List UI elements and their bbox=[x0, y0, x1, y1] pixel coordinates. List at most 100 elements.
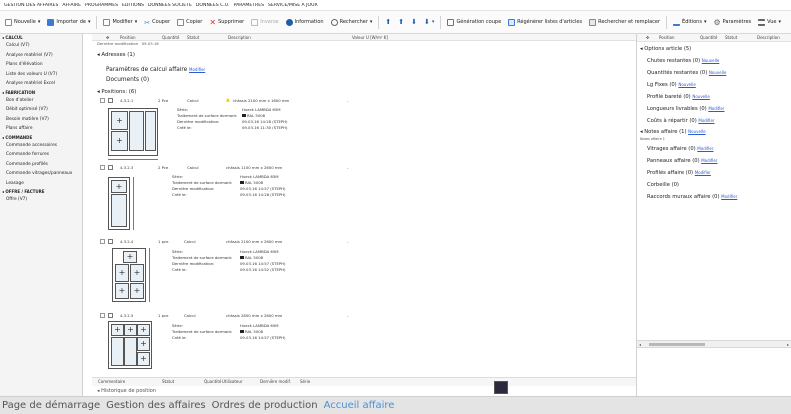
sidebar-item-commande-ferrures[interactable]: Commande ferrures bbox=[0, 150, 82, 160]
calculator-icon[interactable] bbox=[494, 381, 508, 394]
right-col-statut[interactable]: Statut bbox=[725, 34, 737, 41]
sidebar-section-fabrication[interactable]: ◂ FABRICATION bbox=[0, 89, 82, 96]
col-header-valeur-u[interactable]: Valeur U [W/m² K] bbox=[352, 34, 388, 41]
tab-ordres-production[interactable]: Ordres de production bbox=[212, 400, 318, 411]
item-corbeille[interactable]: Corbeille (0) bbox=[647, 182, 679, 188]
menu-affaire[interactable]: AFFAIRE bbox=[62, 3, 81, 8]
sidebar-item-debit-optimise[interactable]: Débit optimisé (V7) bbox=[0, 105, 82, 115]
historique-section[interactable]: ◂ Historique de position bbox=[97, 388, 156, 395]
col-header-description[interactable]: Description bbox=[228, 34, 251, 41]
sidebar-item-bon-atelier[interactable]: Bon d'atelier bbox=[0, 96, 82, 106]
scroll-right-icon[interactable]: ▸ bbox=[787, 342, 789, 347]
history-col-derniere[interactable]: Dernière modif. bbox=[260, 378, 291, 385]
tab-accueil-affaire[interactable]: Accueil affaire bbox=[324, 400, 395, 411]
row-checkbox[interactable] bbox=[100, 239, 105, 244]
sidebar-item-analyse-materiel[interactable]: Analyse matériel (V7) bbox=[0, 51, 82, 61]
row-checkbox[interactable] bbox=[100, 165, 105, 170]
col-header-quantite[interactable]: Quantité bbox=[162, 34, 179, 41]
sidebar-item-commande-profiles[interactable]: Commande profilés bbox=[0, 160, 82, 170]
option-link[interactable]: Modifier bbox=[708, 106, 724, 111]
item-link[interactable]: Modifier bbox=[697, 146, 713, 151]
menu-service[interactable]: SERVICE/MISE À JOUR bbox=[268, 3, 318, 8]
options-article-section[interactable]: ◂ Options article (5) bbox=[640, 46, 691, 52]
option-link[interactable]: Nouvelle bbox=[692, 94, 710, 99]
sidebar-item-leasage[interactable]: Leasage bbox=[0, 179, 82, 189]
sidebar-item-offre[interactable]: Offre (V7) bbox=[0, 195, 82, 205]
couper-button[interactable]: ✂ Couper bbox=[142, 18, 172, 27]
sidebar-item-plans-affaire[interactable]: Plans affaire bbox=[0, 124, 82, 134]
menu-parametres[interactable]: PARAMÈTRES bbox=[234, 3, 264, 8]
history-col-statut[interactable]: Statut bbox=[162, 378, 174, 385]
rechercher-button[interactable]: Rechercher ▾ bbox=[329, 18, 375, 27]
copier-button[interactable]: Copier bbox=[175, 18, 204, 27]
option-link[interactable]: Modifier bbox=[698, 118, 714, 123]
option-link[interactable]: Nouvelle bbox=[709, 70, 727, 75]
positions-section[interactable]: ◂ Positions: (6) bbox=[97, 88, 136, 96]
row-checkbox[interactable] bbox=[100, 98, 105, 103]
replace-icon bbox=[589, 18, 597, 26]
history-col-utilisateur[interactable]: Utilisateur bbox=[222, 378, 243, 385]
right-col-description[interactable]: Description bbox=[757, 34, 780, 41]
move-up-top-button[interactable]: ⬆ bbox=[383, 17, 393, 27]
right-col-quantite[interactable]: Quantité bbox=[700, 34, 717, 41]
sidebar-section-offre[interactable]: ◂ OFFRE / FACTURE bbox=[0, 188, 82, 195]
tab-gestion-affaires[interactable]: Gestion des affaires bbox=[106, 400, 206, 411]
sidebar-item-commande-accessoires[interactable]: Commande accessoires bbox=[0, 141, 82, 151]
sidebar-item-plans-elevation[interactable]: Plans d'élévation bbox=[0, 60, 82, 70]
history-col-quantite[interactable]: Quantité bbox=[204, 378, 221, 385]
traitement-text: RAL 5008 bbox=[245, 255, 264, 260]
move-down-bottom-button[interactable]: ⬇ ▾ bbox=[422, 17, 436, 27]
col-header-statut[interactable]: Statut bbox=[187, 34, 199, 41]
right-col-position[interactable]: Position bbox=[659, 34, 675, 41]
window-pane bbox=[111, 324, 124, 336]
vue-button[interactable]: Vue ▾ bbox=[756, 18, 783, 27]
rechercher-remplacer-button[interactable]: Rechercher et remplacer bbox=[587, 18, 662, 27]
documents-row[interactable]: Documents (0) bbox=[106, 76, 149, 85]
sidebar-item-commande-vitrages[interactable]: Commande vitrages/panneaux bbox=[0, 169, 82, 179]
history-col-commentaire[interactable]: Commentaire bbox=[98, 378, 125, 385]
importer-button[interactable]: Importer de ▾ bbox=[45, 18, 92, 27]
menu-donnees-societe[interactable]: DONNÉES SOCIÉTÉ bbox=[148, 3, 192, 8]
notes-affaire-section[interactable]: ◂ Notes affaire (1) Nouvelle bbox=[640, 129, 706, 135]
sidebar-section-commande[interactable]: ◂ COMMANDE bbox=[0, 134, 82, 141]
item-link[interactable]: Modifier bbox=[701, 158, 717, 163]
history-col-serie[interactable]: Série bbox=[300, 378, 310, 385]
menu-editions[interactable]: ÉDITIONS bbox=[122, 3, 144, 8]
move-down-button[interactable]: ⬇ bbox=[409, 17, 419, 27]
sidebar-section-calcul[interactable]: ◂ CALCUL bbox=[0, 34, 82, 41]
adresses-label: Adresses (1) bbox=[101, 52, 135, 58]
generation-coupe-button[interactable]: Génération coupe bbox=[445, 18, 503, 27]
row-checkbox[interactable] bbox=[100, 313, 105, 318]
derniere-label: Dernière modification: bbox=[172, 186, 215, 191]
item-link[interactable]: Modifier bbox=[695, 170, 711, 175]
inverse-button[interactable]: Inverse bbox=[249, 18, 280, 27]
item-link[interactable]: Modifier bbox=[721, 194, 737, 199]
scrollbar-thumb[interactable] bbox=[649, 343, 705, 346]
supprimer-button[interactable]: ✕ Supprimer bbox=[207, 18, 246, 27]
sidebar-item-besoin-matiere[interactable]: Besoin matière (V7) bbox=[0, 115, 82, 125]
derniere-value: 09.03.16 14:28 (STEPH) bbox=[242, 119, 288, 124]
nouvelle-button[interactable]: Nouvelle ▾ bbox=[3, 18, 42, 27]
tab-page-demarrage[interactable]: Page de démarrage bbox=[2, 400, 100, 411]
traitement-text: RAL 5008 bbox=[245, 180, 264, 185]
editions-button[interactable]: Éditions ▾ bbox=[671, 18, 708, 27]
sidebar-item-valeurs-u[interactable]: Liste des valeurs U (V7) bbox=[0, 70, 82, 80]
sidebar-item-analyse-excel[interactable]: Analyse matériel Excel bbox=[0, 79, 82, 89]
regenerer-button[interactable]: Régénérer listes d'articles bbox=[506, 18, 584, 27]
param-calcul-modifier-link[interactable]: Modifier bbox=[189, 67, 205, 72]
option-link[interactable]: Nouvelle bbox=[702, 58, 720, 63]
menu-donnees-cu[interactable]: DONNÉES C.U. bbox=[196, 3, 230, 8]
option-link[interactable]: Nouvelle bbox=[678, 82, 696, 87]
list-icon bbox=[508, 18, 516, 26]
modifier-button[interactable]: Modifier ▾ bbox=[101, 18, 139, 27]
adresses-section[interactable]: ◂ Adresses (1) bbox=[97, 51, 135, 60]
scroll-left-icon[interactable]: ◂ bbox=[639, 342, 641, 347]
sidebar-item-calcul[interactable]: Calcul (V7) bbox=[0, 41, 82, 51]
menu-gestion[interactable]: GESTION DES AFFAIRES bbox=[4, 3, 58, 8]
menu-programmes[interactable]: PROGRAMMES bbox=[85, 3, 118, 8]
information-button[interactable]: Information bbox=[284, 18, 326, 27]
horizontal-scrollbar[interactable]: ◂ ▸ bbox=[637, 340, 791, 348]
notes-affaire-link[interactable]: Nouvelle bbox=[688, 129, 706, 134]
parametres-button[interactable]: ⚙ Paramètres bbox=[711, 18, 753, 27]
move-up-button[interactable]: ⬆ bbox=[396, 17, 406, 27]
